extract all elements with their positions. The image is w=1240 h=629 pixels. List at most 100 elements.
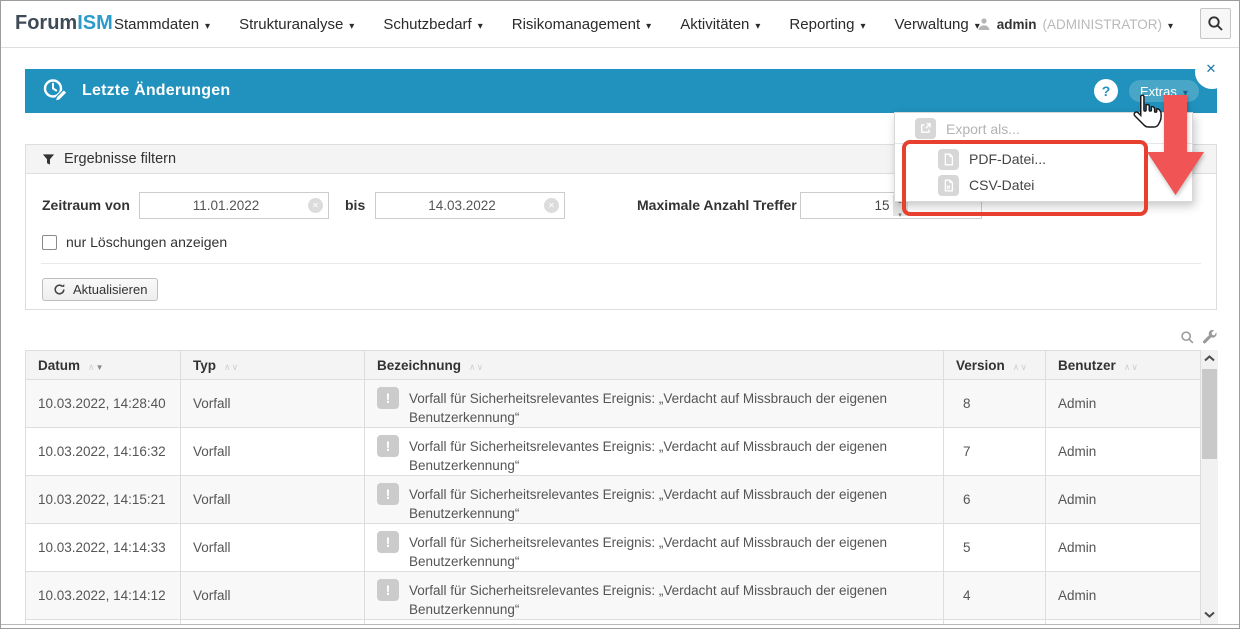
chevron-down-icon [755,16,760,33]
nav-item-strukturanalyse[interactable]: Strukturanalyse [239,16,354,33]
extras-button[interactable]: Extras [1129,80,1199,102]
close-panel-button[interactable] [1195,55,1229,89]
nav-item-reporting[interactable]: Reporting [789,16,865,33]
sort-icons[interactable] [1013,358,1027,373]
cell-version: 5 [944,524,1046,571]
menu-item-export-als: Export als... [895,116,1192,141]
table-settings-wrench-icon[interactable] [1202,330,1218,346]
date-from-input[interactable] [139,192,329,219]
table-header-row: Datum Typ Bezeichnung Version Benutzer [26,351,1200,380]
nav-label: Reporting [789,16,854,33]
chevron-down-icon [205,16,210,33]
column-header-version[interactable]: Version [944,351,1046,379]
column-header-typ[interactable]: Typ [181,351,365,379]
sort-icons[interactable] [469,358,483,373]
sort-icons[interactable] [1124,358,1138,373]
close-icon [1207,63,1218,81]
sort-up-icon [469,358,476,373]
nav-label: Stammdaten [114,16,199,33]
nav-item-risikomanagement[interactable]: Risikomanagement [512,16,651,33]
sort-up-icon [1124,358,1131,373]
chevron-down-icon [1183,84,1188,99]
date-to-input[interactable] [375,192,565,219]
deletions-only-row: nur Löschungen anzeigen [42,234,227,250]
nav-label: Aktivitäten [680,16,749,33]
cell-typ: Vorfall [181,476,365,523]
table-row[interactable]: 10.03.2022, 14:28:40 Vorfall !Vorfall fü… [26,380,1200,428]
chevron-down-icon [349,16,354,33]
cell-typ: Vorfall [181,572,365,619]
clear-icon[interactable] [308,198,323,213]
column-header-bezeichnung[interactable]: Bezeichnung [365,351,944,379]
table-row[interactable]: 10.03.2022, 14:14:33 Vorfall !Vorfall fü… [26,524,1200,572]
csv-file-icon [938,175,959,196]
cell-bezeichnung: !Vorfall für Sicherheitsrelevantes Ereig… [365,476,944,523]
user-role: (ADMINISTRATOR) [1042,17,1162,32]
scroll-up-icon[interactable] [1201,351,1218,366]
clear-icon[interactable] [544,198,559,213]
help-button[interactable]: ? [1094,79,1118,103]
table-search-icon[interactable] [1180,330,1195,346]
cell-datum: 10.03.2022, 14:28:40 [26,380,181,427]
nav-item-stammdaten[interactable]: Stammdaten [114,16,210,33]
incident-icon: ! [377,483,399,505]
cell-benutzer: Admin [1046,524,1200,571]
filter-divider [41,263,1201,264]
sort-icons[interactable] [88,358,104,373]
column-header-benutzer[interactable]: Benutzer [1046,351,1200,379]
table-row[interactable]: 10.03.2022, 14:14:12 Vorfall !Vorfall fü… [26,572,1200,620]
app-logo[interactable]: ForumISM [15,12,113,35]
nav-item-verwaltung[interactable]: Verwaltung [895,16,980,33]
cell-bezeichnung: !Vorfall für Sicherheitsrelevantes Ereig… [365,428,944,475]
sort-up-icon [88,358,95,373]
cell-benutzer: Admin [1046,476,1200,523]
incident-icon: ! [377,579,399,601]
cell-bezeichnung: !Vorfall für Sicherheitsrelevantes Ereig… [365,380,944,427]
pdf-file-icon [938,149,959,170]
cell-datum: 10.03.2022, 14:15:21 [26,476,181,523]
cell-typ: Vorfall [181,428,365,475]
history-edit-icon [41,77,69,105]
refresh-button-label: Aktualisieren [73,282,147,297]
incident-icon: ! [377,531,399,553]
nav-label: Verwaltung [895,16,969,33]
sort-up-icon [1013,358,1020,373]
cell-version: 8 [944,380,1046,427]
column-header-datum[interactable]: Datum [26,351,181,379]
table-row[interactable]: 10.03.2022, 14:16:32 Vorfall !Vorfall fü… [26,428,1200,476]
menu-item-label: Export als... [946,121,1020,137]
table-scrollbar[interactable] [1201,350,1218,624]
cell-version: 7 [944,428,1046,475]
nav-item-schutzbedarf[interactable]: Schutzbedarf [383,16,482,33]
cell-typ: Vorfall [181,524,365,571]
scrollbar-thumb[interactable] [1202,369,1217,459]
filter-panel-title: Ergebnisse filtern [64,151,176,167]
cell-datum: 10.03.2022, 14:14:33 [26,524,181,571]
refresh-button[interactable]: Aktualisieren [42,278,158,301]
sort-down-icon [477,358,484,373]
filter-icon [42,153,55,166]
main-menu: Stammdaten Strukturanalyse Schutzbedarf … [114,1,980,47]
nav-item-aktivitaeten[interactable]: Aktivitäten [680,16,760,33]
nav-label: Strukturanalyse [239,16,343,33]
sort-icons[interactable] [224,358,238,373]
chevron-down-icon [478,16,483,33]
max-results-label: Maximale Anzahl Treffer [637,192,797,219]
deletions-only-checkbox[interactable] [42,235,57,250]
cell-benutzer: Admin [1046,380,1200,427]
table-row[interactable]: 10.03.2022, 14:15:21 Vorfall !Vorfall fü… [26,476,1200,524]
user-menu[interactable]: admin (ADMINISTRATOR) [977,1,1173,47]
search-icon [1207,15,1224,32]
user-icon [977,17,991,31]
page-title: Letzte Änderungen [82,82,230,100]
chevron-down-icon [860,16,865,33]
menu-item-pdf-datei[interactable]: PDF-Datei... [895,146,1192,172]
logo-accent: ISM [77,12,113,34]
extras-button-label: Extras [1140,84,1177,99]
export-icon [915,118,936,139]
menu-item-csv-datei[interactable]: CSV-Datei [895,172,1192,198]
global-search-button[interactable] [1200,8,1231,39]
spinner-down-icon[interactable] [898,206,902,220]
scroll-down-icon[interactable] [1201,607,1218,622]
menu-item-label: CSV-Datei [969,177,1034,193]
